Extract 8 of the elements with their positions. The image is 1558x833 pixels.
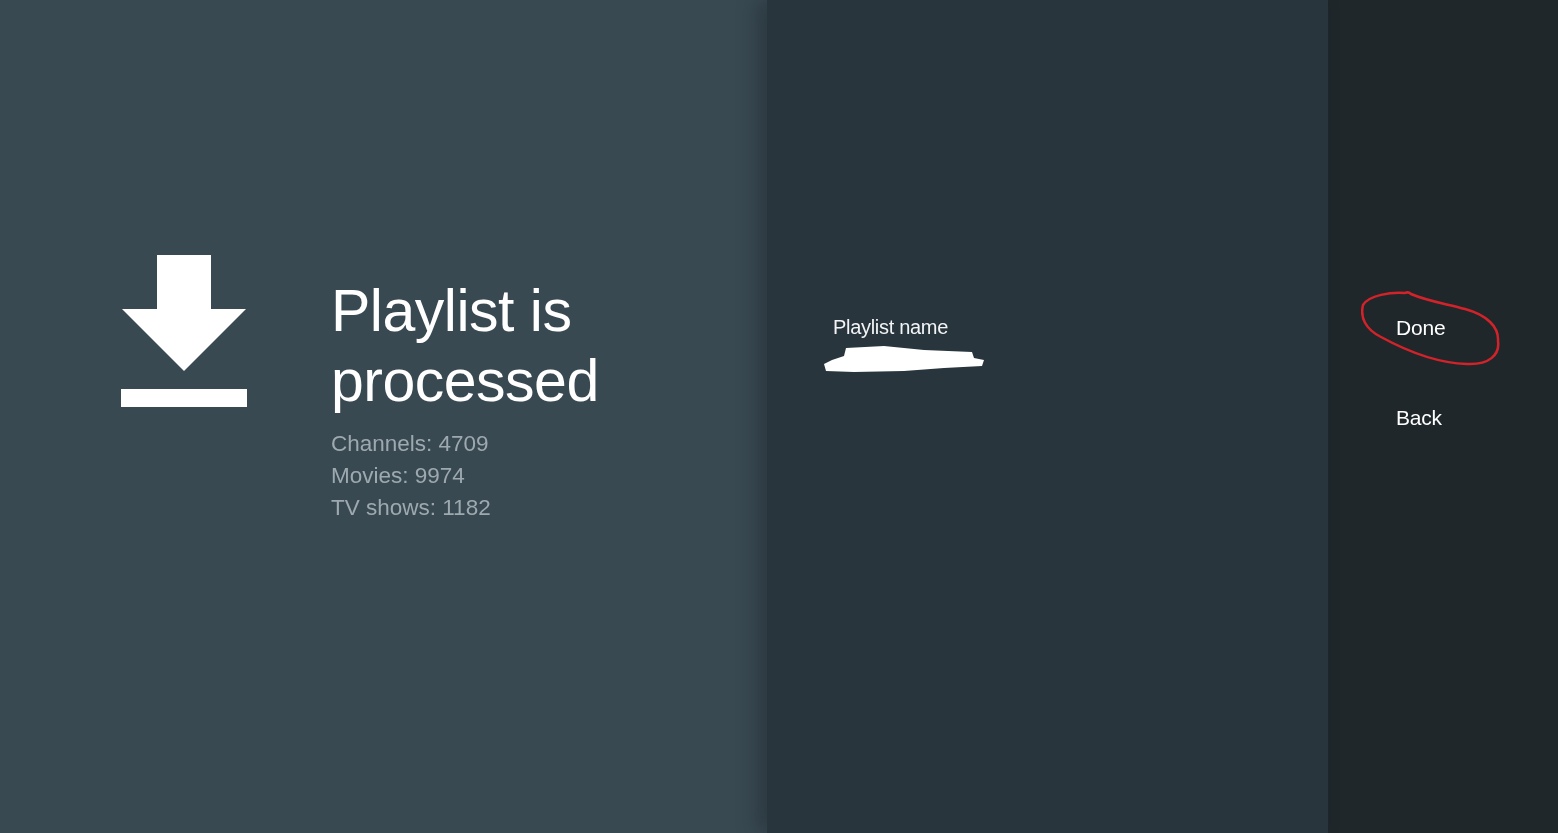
field-label: Playlist name: [833, 315, 949, 339]
stat-line: Movies: 9974: [331, 462, 465, 490]
status-title: Playlist is processed: [331, 277, 600, 416]
stat-line: Channels: 4709: [331, 430, 489, 458]
stat-line: TV shows: 1182: [331, 494, 491, 522]
action-button[interactable]: Back: [1396, 404, 1442, 432]
download-icon: [121, 255, 247, 407]
action-button[interactable]: Done: [1396, 314, 1446, 342]
